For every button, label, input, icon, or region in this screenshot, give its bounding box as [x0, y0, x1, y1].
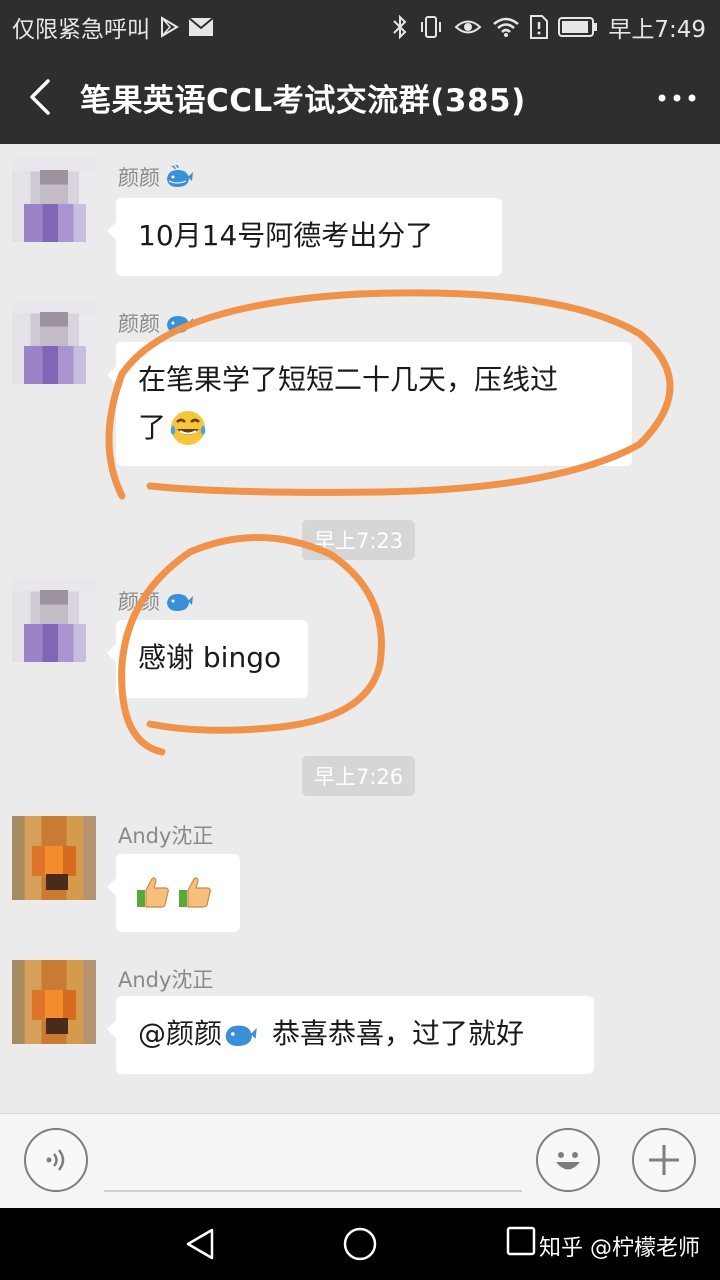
- thumbs-up-emoji: [179, 877, 211, 908]
- back-button[interactable]: [18, 72, 62, 122]
- message-bubble[interactable]: 感谢 bingo: [107, 620, 308, 698]
- wifi-icon: [492, 16, 520, 38]
- play-store-icon: [158, 16, 180, 38]
- message-text: 感谢 bingo: [138, 641, 282, 674]
- clock-text: 早上7:49: [608, 17, 706, 43]
- sim-alert-icon: [530, 15, 549, 39]
- message-text: 了: [138, 411, 167, 444]
- mention-text[interactable]: @颜颜: [138, 1010, 222, 1058]
- sender-name: 颜颜: [118, 586, 194, 616]
- status-bar: 仅限紧急呼叫 早上7:49: [0, 0, 720, 50]
- message-text: 10月14号阿德考出分了: [138, 219, 434, 252]
- annotation-overlay: [105, 289, 674, 756]
- eye-icon: [454, 16, 482, 38]
- battery-icon: [558, 16, 598, 38]
- sender-name: Andy沈正: [118, 964, 213, 994]
- avatar[interactable]: [12, 960, 96, 1044]
- avatar[interactable]: [12, 816, 96, 900]
- whale-emoji: [167, 594, 193, 611]
- message-input[interactable]: [104, 1134, 522, 1192]
- message-text: 恭喜恭喜，过了就好: [272, 1017, 525, 1050]
- sender-name: Andy沈正: [118, 820, 213, 850]
- avatar[interactable]: [12, 300, 96, 384]
- whale-emoji: [167, 165, 193, 187]
- carrier-text: 仅限紧急呼叫: [12, 17, 150, 43]
- input-bar: [0, 1113, 720, 1208]
- sender-name: 颜颜: [118, 308, 194, 338]
- whale-emoji: [225, 1025, 257, 1046]
- vibrate-icon: [418, 14, 444, 40]
- emoji-button[interactable]: [536, 1128, 600, 1192]
- nav-bar: 知乎 @柠檬老师: [0, 1208, 720, 1280]
- timestamp: 早上7:26: [302, 756, 416, 796]
- chat-header: 笔果英语CCL考试交流群(385): [0, 50, 720, 144]
- avatar[interactable]: [12, 578, 96, 662]
- sender-name-text: Andy沈正: [118, 824, 214, 848]
- back-arrow-icon: [30, 79, 50, 115]
- watermark-text: 知乎 @柠檬老师: [539, 1236, 700, 1261]
- plus-icon: [649, 1145, 679, 1175]
- more-dots-icon: [658, 94, 696, 102]
- plus-button[interactable]: [632, 1128, 696, 1192]
- sender-name-text: 颜颜: [118, 166, 160, 190]
- nav-recents-icon: [506, 1226, 536, 1256]
- message-text: 在笔果学了短短二十几天，压线过: [138, 363, 559, 396]
- nav-home-button[interactable]: [342, 1226, 378, 1266]
- voice-icon: [46, 1149, 65, 1171]
- message-bubble[interactable]: 在笔果学了短短二十几天，压线过 了: [107, 342, 632, 466]
- whale-emoji: [167, 316, 193, 333]
- nav-recents-button[interactable]: [506, 1226, 536, 1260]
- sender-name-text: 颜颜: [118, 590, 160, 614]
- chat-area[interactable]: 颜颜 10月14号阿德考出分了 颜颜 在笔果学了短短二十几天，压线过 了 早上7…: [0, 144, 720, 1114]
- emoji-icon: [556, 1152, 580, 1170]
- voice-button[interactable]: [24, 1128, 88, 1192]
- nav-back-button[interactable]: [182, 1226, 218, 1266]
- nav-home-icon: [343, 1227, 377, 1261]
- laugh-cry-emoji: [170, 411, 206, 445]
- sender-name-text: Andy沈正: [118, 968, 214, 992]
- message-bubble[interactable]: @颜颜 恭喜恭喜，过了就好: [107, 996, 594, 1074]
- sender-name: 颜颜: [118, 162, 194, 192]
- bluetooth-icon: [392, 14, 408, 40]
- mail-icon: [188, 17, 214, 37]
- timestamp: 早上7:23: [302, 520, 416, 560]
- more-button[interactable]: [652, 78, 702, 118]
- chat-title: 笔果英语CCL考试交流群(385): [80, 83, 526, 119]
- sender-name-text: 颜颜: [118, 312, 160, 336]
- thumbs-up-emoji: [137, 877, 169, 908]
- avatar[interactable]: [12, 158, 96, 242]
- message-bubble[interactable]: [107, 854, 240, 932]
- message-bubble[interactable]: 10月14号阿德考出分了: [107, 198, 502, 276]
- nav-back-icon: [186, 1228, 214, 1260]
